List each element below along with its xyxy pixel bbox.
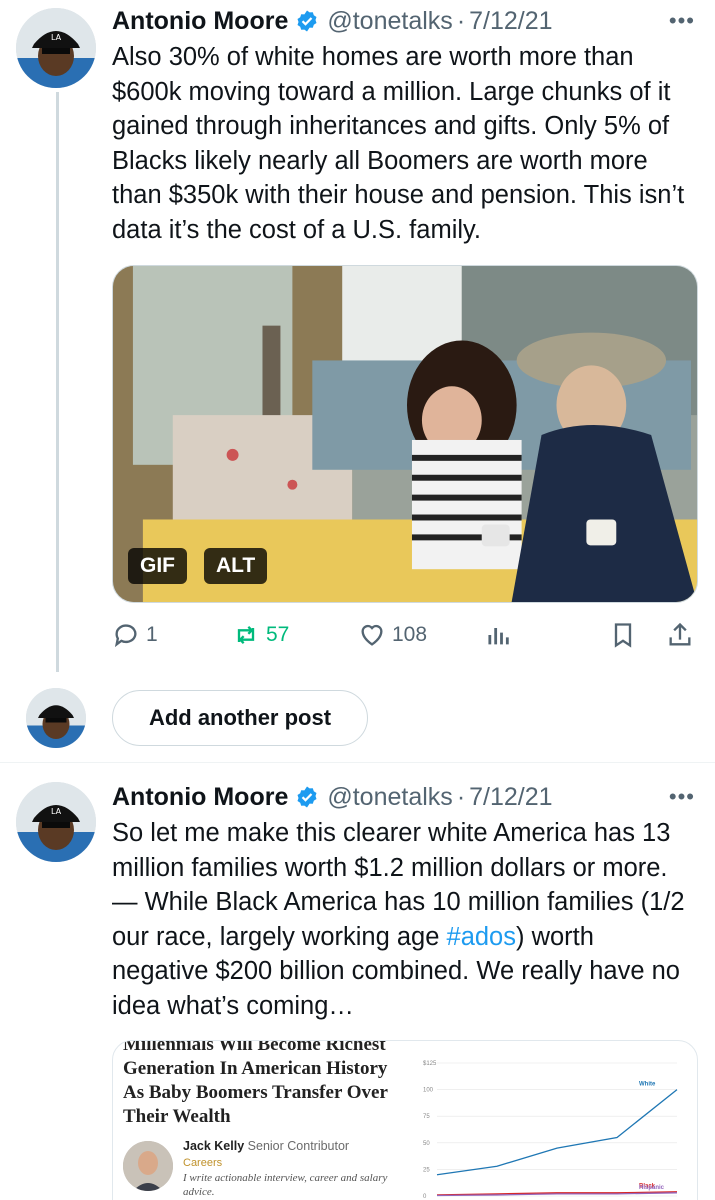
author-name[interactable]: Antonio Moore (112, 783, 288, 812)
author-name[interactable]: Antonio Moore (112, 7, 288, 36)
views-button[interactable] (484, 617, 518, 653)
chart-y-tick-label: 50 (423, 1141, 430, 1147)
action-bar: 1 57 108 (112, 617, 698, 653)
article-author-name: Jack Kelly Senior Contributor (183, 1139, 349, 1153)
more-options-icon[interactable]: ••• (669, 784, 695, 810)
chart-y-tick-label: 0 (423, 1194, 427, 1200)
share-button[interactable] (666, 617, 700, 653)
chart-y-tick-label: $125 (423, 1061, 437, 1067)
reply-icon (114, 624, 137, 648)
separator-dot: · (456, 6, 466, 35)
avatar[interactable]: LA (16, 8, 96, 88)
heart-icon (361, 624, 383, 646)
chart-y-tick-label: 25 (423, 1167, 430, 1173)
gif-badge: GIF (128, 548, 187, 584)
svg-text:LA: LA (51, 33, 62, 42)
tweet-text-part: So let me make this clearer white Americ… (112, 819, 685, 951)
repost-count: 57 (266, 623, 290, 646)
repost-icon (237, 626, 255, 644)
post-date[interactable]: 7/12/21 (469, 7, 552, 36)
reply-button[interactable]: 1 (112, 617, 158, 653)
repost-button[interactable]: 57 (232, 617, 289, 653)
bookmark-icon (614, 623, 632, 648)
add-another-post-row: Add another post (0, 688, 715, 752)
chart-y-tick-label: 75 (423, 1114, 430, 1120)
tweet-header: Antonio Moore @tonetalks · 7/12/21 ••• (112, 4, 695, 38)
own-avatar[interactable] (26, 688, 86, 748)
thread-line (56, 92, 59, 672)
article-headline: Millennials Will Become Richest Generati… (123, 1040, 388, 1127)
post-date[interactable]: 7/12/21 (469, 783, 552, 812)
wealth-chart: $125100755025019891997200520132021WhiteB… (407, 1041, 697, 1200)
chart-svg: $125100755025019891997200520132021WhiteB… (423, 1061, 678, 1200)
tweet-text: So let me make this clearer white Americ… (112, 816, 697, 1023)
avatar[interactable]: LA (16, 782, 96, 862)
article-image-card[interactable]: Millennials Will Become Richest Generati… (112, 1040, 698, 1200)
article-author-bio: I write actionable interview, career and… (183, 1172, 388, 1198)
author-name-text: Jack Kelly (183, 1139, 245, 1153)
chart-series-label: White (639, 1082, 656, 1088)
add-another-post-button[interactable]: Add another post (112, 690, 368, 746)
separator-dot: · (456, 782, 466, 811)
chart-series-label: Hispanic (639, 1185, 665, 1191)
verified-badge-icon (297, 786, 317, 808)
verified-badge-icon (297, 10, 317, 32)
tweet-text: Also 30% of white homes are worth more t… (112, 43, 685, 244)
gif-media[interactable] (112, 265, 698, 603)
author-role: Senior Contributor (247, 1139, 350, 1153)
divider (0, 762, 715, 763)
tweet-header: Antonio Moore @tonetalks · 7/12/21 ••• (112, 780, 695, 814)
like-button[interactable]: 108 (358, 617, 427, 653)
author-photo (123, 1141, 173, 1191)
analytics-icon (488, 628, 509, 645)
share-icon (669, 622, 691, 646)
like-count: 108 (392, 623, 428, 646)
alt-badge[interactable]: ALT (204, 548, 268, 584)
article-author: Jack Kelly Senior Contributor Careers I … (123, 1137, 403, 1200)
chart-y-tick-label: 100 (423, 1088, 434, 1094)
author-handle[interactable]: @tonetalks (327, 7, 452, 36)
reply-count: 1 (146, 623, 158, 646)
chart-series-line (436, 1089, 678, 1176)
svg-text:LA: LA (51, 807, 62, 816)
article-section: Careers (183, 1157, 223, 1169)
more-options-icon[interactable]: ••• (669, 8, 695, 34)
hashtag-link[interactable]: #ados (447, 923, 516, 951)
author-handle[interactable]: @tonetalks (327, 783, 452, 812)
tweet-1: LA Antonio Moore @tonetalks · 7/12/21 ••… (0, 0, 715, 672)
bookmark-button[interactable] (609, 617, 643, 653)
